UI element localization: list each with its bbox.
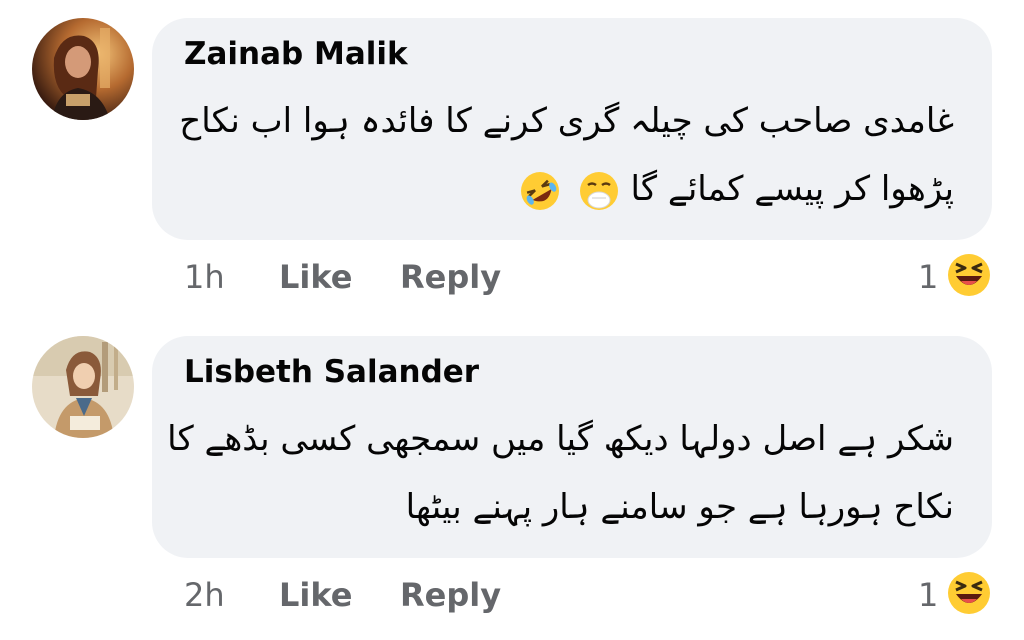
avatar[interactable] <box>32 336 134 438</box>
comment-bubble: Zainab Malik غامدی صاحب کی چیلہ گری کرنے… <box>152 18 992 240</box>
rolling-on-floor-laughing-icon <box>520 171 559 210</box>
reply-button[interactable]: Reply <box>400 576 501 614</box>
like-button[interactable]: Like <box>279 258 352 296</box>
comment-text-line: شکر ہے اصل دولہا دیکھ گیا میں سمجھی کسی … <box>167 419 954 459</box>
laughing-squint-emoji-icon <box>948 572 990 614</box>
comment-text-line: نکاح ہورہا ہے جو سامنے ہار پہنے بیٹھا <box>405 487 954 527</box>
reaction-count: 1 <box>918 576 939 614</box>
laughing-squint-emoji-icon <box>948 254 990 296</box>
comment-text-line-2: پڑھوا کر پیسے کمائے گا <box>513 168 954 212</box>
comment-time: 2h <box>184 576 225 614</box>
comment-author[interactable]: Zainab Malik <box>184 36 408 72</box>
laughing-hand-over-mouth-icon <box>579 171 618 210</box>
avatar-image <box>32 18 134 120</box>
reply-button[interactable]: Reply <box>400 258 501 296</box>
avatar[interactable] <box>32 18 134 120</box>
comment-text-line: غامدی صاحب کی چیلہ گری کرنے کا فائدہ ہوا… <box>179 101 954 141</box>
comment-bubble: Lisbeth Salander شکر ہے اصل دولہا دیکھ گ… <box>152 336 992 558</box>
avatar-image <box>32 336 134 438</box>
comment-text-line: پڑھوا کر پیسے کمائے گا <box>630 169 954 209</box>
comment-time: 1h <box>184 258 225 296</box>
reaction-count: 1 <box>918 258 939 296</box>
like-button[interactable]: Like <box>279 576 352 614</box>
comment-author[interactable]: Lisbeth Salander <box>184 354 479 390</box>
